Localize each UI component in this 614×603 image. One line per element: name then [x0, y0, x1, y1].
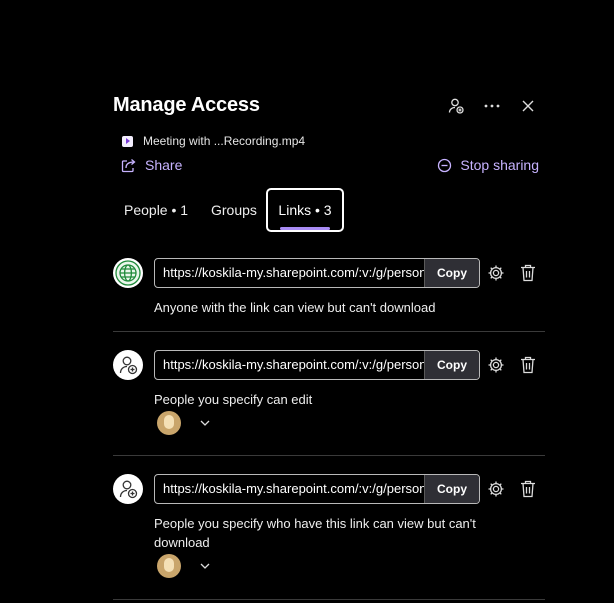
link-description: Anyone with the link can view but can't …	[154, 300, 436, 315]
file-info: Meeting with ...Recording.mp4	[122, 134, 305, 148]
globe-icon	[113, 258, 143, 288]
tab-groups[interactable]: Groups	[211, 188, 257, 232]
copy-button[interactable]: Copy	[424, 351, 479, 379]
copy-button[interactable]: Copy	[424, 475, 479, 503]
gear-icon[interactable]	[487, 264, 505, 282]
tab-links[interactable]: Links • 3	[266, 188, 344, 232]
divider	[113, 599, 545, 600]
stop-icon	[438, 158, 452, 172]
chevron-down-icon[interactable]	[199, 560, 211, 572]
delete-icon[interactable]	[519, 356, 537, 374]
link-url-field[interactable]: https://koskila-my.sharepoint.com/:v:/g/…	[154, 350, 480, 380]
copy-button[interactable]: Copy	[424, 259, 479, 287]
avatar	[157, 411, 181, 435]
delete-icon[interactable]	[519, 264, 537, 282]
page-title: Manage Access	[113, 94, 260, 116]
link-url-field[interactable]: https://koskila-my.sharepoint.com/:v:/g/…	[154, 258, 480, 288]
video-file-icon	[122, 135, 133, 147]
gear-icon[interactable]	[487, 480, 505, 498]
delete-icon[interactable]	[519, 480, 537, 498]
close-icon[interactable]	[518, 96, 538, 116]
grant-access-icon[interactable]	[446, 96, 466, 116]
link-description: People you specify can edit	[154, 392, 313, 407]
divider	[113, 455, 545, 456]
link-url[interactable]: https://koskila-my.sharepoint.com/:v:/g/…	[155, 475, 424, 503]
share-label: Share	[145, 157, 183, 173]
tab-people[interactable]: People • 1	[124, 188, 188, 232]
stop-sharing-button[interactable]: Stop sharing	[437, 157, 539, 173]
more-options-icon[interactable]	[482, 96, 502, 116]
divider	[113, 331, 545, 332]
link-description: People you specify who have this link ca…	[154, 516, 476, 550]
chevron-down-icon[interactable]	[199, 417, 211, 429]
share-button[interactable]: Share	[121, 157, 182, 173]
stop-sharing-label: Stop sharing	[460, 157, 539, 173]
link-url-field[interactable]: https://koskila-my.sharepoint.com/:v:/g/…	[154, 474, 480, 504]
people-link-icon	[113, 350, 143, 380]
people-link-icon	[113, 474, 143, 504]
file-name: Meeting with ...Recording.mp4	[143, 134, 306, 148]
link-url[interactable]: https://koskila-my.sharepoint.com/:v:/g/…	[155, 351, 424, 379]
share-icon	[121, 158, 136, 172]
avatar	[157, 554, 181, 578]
gear-icon[interactable]	[487, 356, 505, 374]
link-url[interactable]: https://koskila-my.sharepoint.com/:v:/g/…	[155, 259, 424, 287]
